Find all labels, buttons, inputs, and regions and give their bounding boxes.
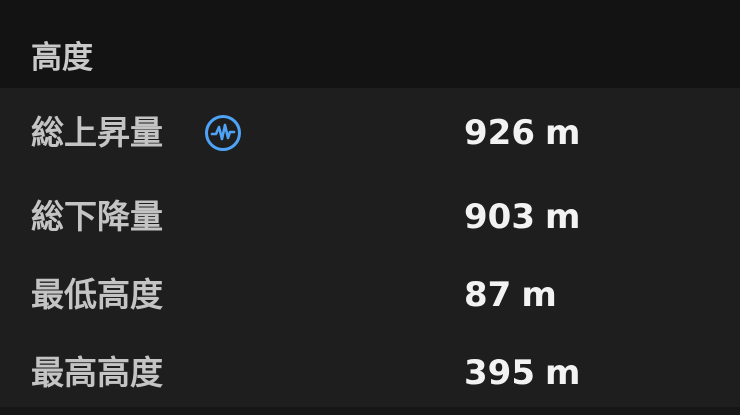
stat-value-total-descent: 903 m <box>464 197 581 237</box>
bottom-divider <box>0 407 740 415</box>
stat-row-min-elevation: 最低高度 87 m <box>0 256 740 334</box>
stat-row-total-ascent: 総上昇量 926 m <box>0 94 740 172</box>
stat-value-min-elevation: 87 m <box>464 275 557 315</box>
stat-row-max-elevation: 最高高度 395 m <box>0 334 740 412</box>
stat-row-total-descent: 総下降量 903 m <box>0 178 740 256</box>
elevation-stats-panel: 総上昇量 926 m 総下降量 903 m 最低高度 87 m 最高高度 395 m <box>0 88 740 415</box>
stat-value-total-ascent: 926 m <box>464 113 581 153</box>
section-title: 高度 <box>31 40 93 76</box>
section-header: 高度 <box>0 0 740 88</box>
stat-label-min-elevation: 最低高度 <box>31 275 163 314</box>
stat-label-max-elevation: 最高高度 <box>31 353 163 392</box>
stat-value-max-elevation: 395 m <box>464 353 581 393</box>
stat-label-total-ascent: 総上昇量 <box>31 113 163 152</box>
stat-label-total-descent: 総下降量 <box>31 197 163 236</box>
pulse-info-icon[interactable] <box>204 114 242 152</box>
